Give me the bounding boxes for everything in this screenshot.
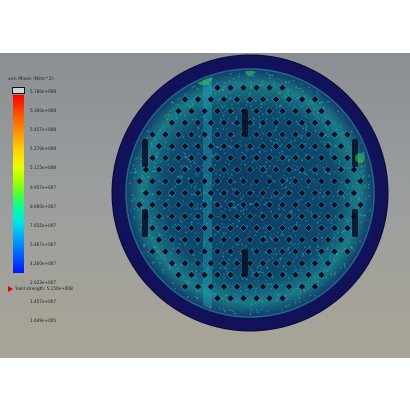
plate-slot bbox=[242, 109, 248, 137]
plate-slot bbox=[242, 249, 248, 277]
plate-slot bbox=[142, 139, 148, 167]
plate-slot bbox=[142, 209, 148, 237]
plate-slot bbox=[352, 209, 358, 237]
stress-plot bbox=[111, 54, 389, 332]
plate-slot bbox=[352, 139, 358, 167]
stress-hotspot bbox=[355, 153, 365, 163]
fea-viewport[interactable]: von Mises (N/m^2) 5.780e+008 5.300e+008 5.… bbox=[0, 53, 410, 358]
